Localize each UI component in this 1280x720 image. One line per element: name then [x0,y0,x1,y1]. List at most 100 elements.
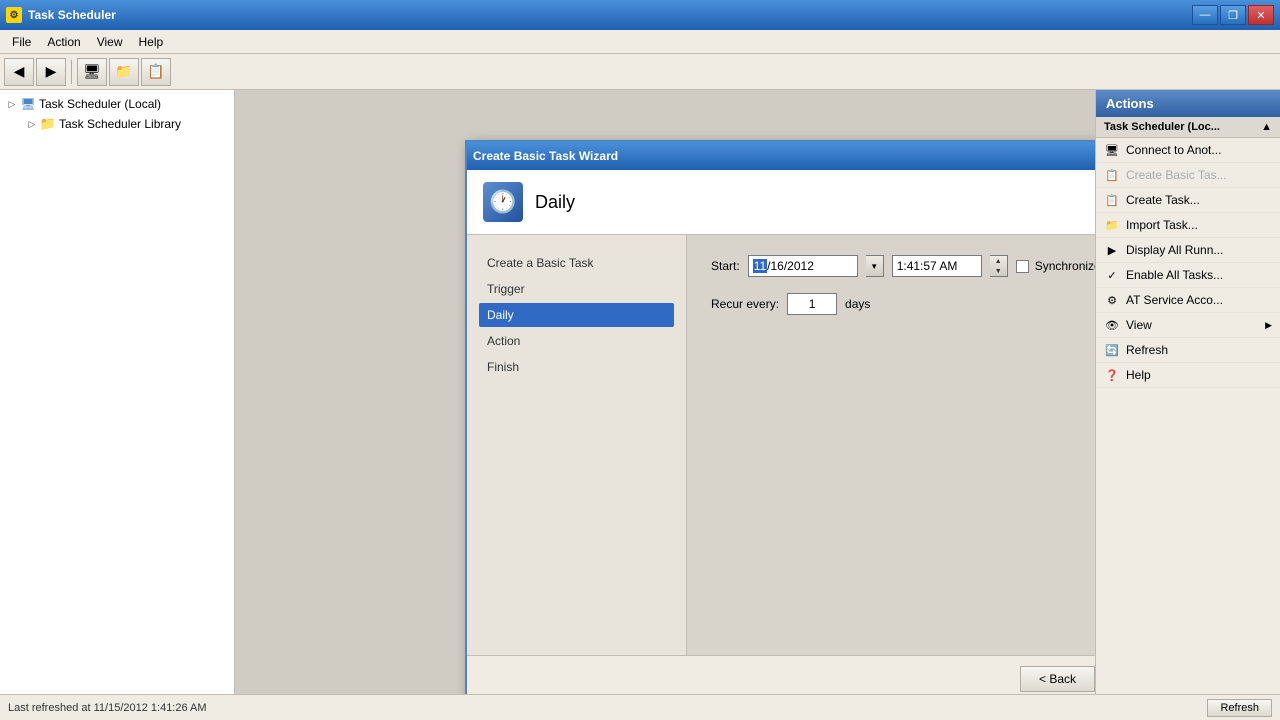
action-view-label: View [1126,318,1152,332]
back-button[interactable]: < Back [1020,666,1095,692]
computer-icon: 🖥 [20,96,36,112]
close-button[interactable]: ✕ [1248,5,1274,25]
action-create-basic-label: Create Basic Tas... [1126,168,1227,182]
wizard-step-finish[interactable]: Finish [479,355,674,379]
at-service-icon: ⚙ [1104,292,1120,308]
date-selected-part: 11 [753,259,767,273]
action-create-task[interactable]: 📋 Create Task... [1096,188,1280,213]
dialog-body: Create a Basic Task Trigger Daily Action… [467,235,1095,655]
tree-label-local: Task Scheduler (Local) [39,97,161,111]
dialog-header-icon: 🕐 [483,182,523,222]
wizard-step-daily[interactable]: Daily [479,303,674,327]
date-input[interactable]: 11/16/2012 [748,255,858,277]
menu-file[interactable]: File [4,33,39,51]
dialog-title-bar: Create Basic Task Wizard ✕ [467,142,1095,170]
status-refresh-button[interactable]: Refresh [1207,699,1272,717]
action-help-label: Help [1126,368,1151,382]
dialog-header-title: Daily [535,192,575,213]
create-basic-icon: 📋 [1104,167,1120,183]
enable-all-icon: ✓ [1104,267,1120,283]
toolbar-folder[interactable]: 📁 [109,58,139,86]
action-import[interactable]: 📁 Import Task... [1096,213,1280,238]
actions-section-title: Task Scheduler (Loc... [1104,121,1220,133]
toolbar-computer[interactable]: 🖥 [77,58,107,86]
time-down-button[interactable]: ▼ [990,266,1007,276]
app-icon: ⚙ [6,7,22,23]
help-icon: ❓ [1104,367,1120,383]
main-layout: ▷ 🖥 Task Scheduler (Local) ▷ 📁 Task Sche… [0,90,1280,694]
left-panel: ▷ 🖥 Task Scheduler (Local) ▷ 📁 Task Sche… [0,90,235,694]
dialog-content: Start: 11/16/2012 ▼ 1:41:57 AM [687,235,1095,655]
action-create-basic[interactable]: 📋 Create Basic Tas... [1096,163,1280,188]
dialog-header: 🕐 Daily [467,170,1095,235]
wizard-step-action[interactable]: Action [479,329,674,353]
refresh-icon: 🔄 [1104,342,1120,358]
dialog-title: Create Basic Task Wizard [473,149,618,163]
action-display-running-label: Display All Runn... [1126,243,1223,257]
title-bar: ⚙ Task Scheduler — ❐ ✕ [0,0,1280,30]
action-at-service[interactable]: ⚙ AT Service Acco... [1096,288,1280,313]
sync-label: Synchronize across time zones [1035,259,1095,273]
menu-bar: File Action View Help [0,30,1280,54]
date-value: 11/16/2012 [753,259,853,273]
action-view[interactable]: 👁 View ▶ [1096,313,1280,338]
view-icon: 👁 [1104,317,1120,333]
status-bar: Last refreshed at 11/15/2012 1:41:26 AM … [0,694,1280,720]
action-help[interactable]: ❓ Help [1096,363,1280,388]
tree-item-local[interactable]: ▷ 🖥 Task Scheduler (Local) [0,94,234,114]
action-connect[interactable]: 🖥 Connect to Anot... [1096,138,1280,163]
dialog-footer: < Back Next > Cancel [467,655,1095,694]
window-title: Task Scheduler [28,8,116,22]
start-label: Start: [711,259,740,273]
menu-help[interactable]: Help [131,33,172,51]
recur-label: Recur every: [711,297,779,311]
action-create-task-label: Create Task... [1126,193,1200,207]
status-text: Last refreshed at 11/15/2012 1:41:26 AM [8,702,207,714]
title-controls: — ❐ ✕ [1192,5,1274,25]
wizard-step-create[interactable]: Create a Basic Task [479,251,674,275]
actions-section-collapse[interactable]: ▲ [1261,121,1272,133]
toolbar-forward[interactable]: ▶ [36,58,66,86]
recur-unit: days [845,297,870,311]
expand-icon-local[interactable]: ▷ [4,96,20,112]
action-enable-all-label: Enable All Tasks... [1126,268,1223,282]
restore-button[interactable]: ❐ [1220,5,1246,25]
display-running-icon: ▶ [1104,242,1120,258]
time-input[interactable]: 1:41:57 AM [892,255,982,277]
connect-icon: 🖥 [1104,142,1120,158]
action-refresh-label: Refresh [1126,343,1168,357]
start-row: Start: 11/16/2012 ▼ 1:41:57 AM [711,255,1095,277]
wizard-step-trigger[interactable]: Trigger [479,277,674,301]
action-display-running[interactable]: ▶ Display All Runn... [1096,238,1280,263]
minimize-button[interactable]: — [1192,5,1218,25]
time-up-button[interactable]: ▲ [990,256,1007,266]
folder-icon: 📁 [40,116,56,132]
actions-section-header: Task Scheduler (Loc... ▲ [1096,117,1280,138]
tree-item-library[interactable]: ▷ 📁 Task Scheduler Library [0,114,234,134]
date-dropdown-button[interactable]: ▼ [866,255,884,277]
sync-checkbox-row: Synchronize across time zones [1016,259,1095,273]
menu-action[interactable]: Action [39,33,88,51]
toolbar-back[interactable]: ◀ [4,58,34,86]
menu-view[interactable]: View [89,33,131,51]
time-value: 1:41:57 AM [897,259,958,273]
action-refresh[interactable]: 🔄 Refresh [1096,338,1280,363]
action-connect-label: Connect to Anot... [1126,143,1221,157]
toolbar-task[interactable]: 📋 [141,58,171,86]
view-submenu-arrow: ▶ [1265,320,1272,331]
toolbar: ◀ ▶ 🖥 📁 📋 [0,54,1280,90]
dialog-overlay: Create Basic Task Wizard ✕ 🕐 Daily Creat… [235,90,1095,694]
actions-header: Actions [1096,90,1280,117]
recur-row: Recur every: days [711,293,1095,315]
tree-label-library: Task Scheduler Library [59,117,181,131]
clock-icon: 🕐 [489,189,516,215]
action-enable-all[interactable]: ✓ Enable All Tasks... [1096,263,1280,288]
wizard-sidebar: Create a Basic Task Trigger Daily Action… [467,235,687,655]
right-panel: Actions Task Scheduler (Loc... ▲ 🖥 Conne… [1095,90,1280,694]
recur-input[interactable] [787,293,837,315]
center-panel: Create Basic Task Wizard ✕ 🕐 Daily Creat… [235,90,1095,694]
time-spinner[interactable]: ▲ ▼ [990,255,1008,277]
sync-checkbox[interactable] [1016,260,1029,273]
create-task-dialog: Create Basic Task Wizard ✕ 🕐 Daily Creat… [465,140,1095,694]
expand-icon-library[interactable]: ▷ [24,116,40,132]
